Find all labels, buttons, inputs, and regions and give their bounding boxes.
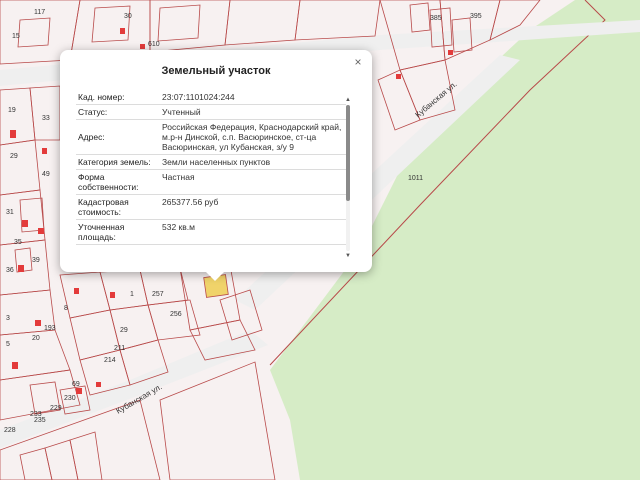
scroll-track[interactable] xyxy=(346,105,350,251)
parcel-number: 29 xyxy=(10,153,18,160)
row-label: Статус: xyxy=(78,107,108,117)
parcel-number: 5 xyxy=(6,341,10,348)
parcel-number: 69 xyxy=(72,381,80,388)
popup-title: Земельный участок xyxy=(161,65,271,77)
info-table: Кад. номер: 23:07:1101024:244 Статус: Уч… xyxy=(76,90,346,262)
parcel-number: 610 xyxy=(148,41,160,48)
row-value: 23:07:1101024:244 xyxy=(162,92,235,102)
parcel-number: 385 xyxy=(430,15,442,22)
row-cadastral-number: Кад. номер: 23:07:1101024:244 xyxy=(76,90,346,105)
parcel-number: 19 xyxy=(8,107,16,114)
popup-pointer xyxy=(206,272,224,281)
row-value: Частная xyxy=(162,172,195,182)
row-label: Кадастровая стоимость: xyxy=(78,197,129,217)
parcel-number: 33 xyxy=(42,115,50,122)
parcel-number: 1 xyxy=(130,291,134,298)
parcel-number: 3 xyxy=(6,315,10,322)
row-cadastral-value: Кадастровая стоимость: 265377.56 руб xyxy=(76,195,346,220)
parcel-number: 35 xyxy=(14,239,22,246)
row-value: 265377.56 руб xyxy=(162,197,219,207)
row-status: Статус: Учтенный xyxy=(76,105,346,120)
row-label: Уточненная площадь: xyxy=(78,222,125,242)
row-ownership: Форма собственности: Частная xyxy=(76,170,346,195)
scroll-thumb[interactable] xyxy=(346,105,350,201)
parcel-number: 49 xyxy=(42,171,50,178)
scroll-up-icon[interactable]: ▲ xyxy=(344,96,352,104)
map-view[interactable]: Кубанская ул. Кубанская ул. 1011 117 385… xyxy=(0,0,640,480)
parcel-number: 256 xyxy=(170,311,182,318)
scroll-down-icon[interactable]: ▼ xyxy=(344,252,352,260)
row-label: Категория земель: xyxy=(78,157,151,167)
row-value: Учтенный xyxy=(162,107,201,117)
popup-scrollbar[interactable]: ▲ ▼ xyxy=(344,96,352,260)
parcel-number: 230 xyxy=(64,395,76,402)
row-value: Российская Федерация, Краснодарский край… xyxy=(162,122,342,152)
row-value: 532 кв.м xyxy=(162,222,195,232)
parcel-number: 117 xyxy=(34,9,45,16)
parcel-info-popup: Земельный участок × Кад. номер: 23:07:11… xyxy=(60,50,372,281)
row-value: Земли населенных пунктов xyxy=(162,157,271,167)
parcel-number: 30 xyxy=(124,13,132,20)
parcel-number: 211 xyxy=(114,345,125,352)
row-label: Адрес: xyxy=(78,132,105,142)
parcel-number: 235 xyxy=(34,417,46,424)
parcel-number: 395 xyxy=(470,13,482,20)
parcel-number: 193 xyxy=(44,325,56,332)
parcel-number: 214 xyxy=(104,357,116,364)
parcel-number: 228 xyxy=(4,427,16,434)
parcel-number: 39 xyxy=(32,257,40,264)
row-address: Адрес: Российская Федерация, Краснодарск… xyxy=(76,120,346,155)
parcel-number: 1011 xyxy=(408,175,423,182)
parcel-number: 257 xyxy=(152,291,164,298)
row-label: Форма собственности: xyxy=(78,172,139,192)
row-land-category: Категория земель: Земли населенных пункт… xyxy=(76,155,346,170)
row-label: Кад. номер: xyxy=(78,92,125,102)
close-icon[interactable]: × xyxy=(352,56,364,68)
parcel-number: 8 xyxy=(64,305,68,312)
row-area: Уточненная площадь: 532 кв.м xyxy=(76,220,346,245)
parcel-number: 36 xyxy=(6,267,14,274)
parcel-number: 15 xyxy=(12,33,20,40)
parcel-number: 29 xyxy=(120,327,128,334)
parcel-number: 20 xyxy=(32,335,40,342)
parcel-number: 31 xyxy=(6,209,14,216)
parcel-number: 229 xyxy=(50,405,62,412)
